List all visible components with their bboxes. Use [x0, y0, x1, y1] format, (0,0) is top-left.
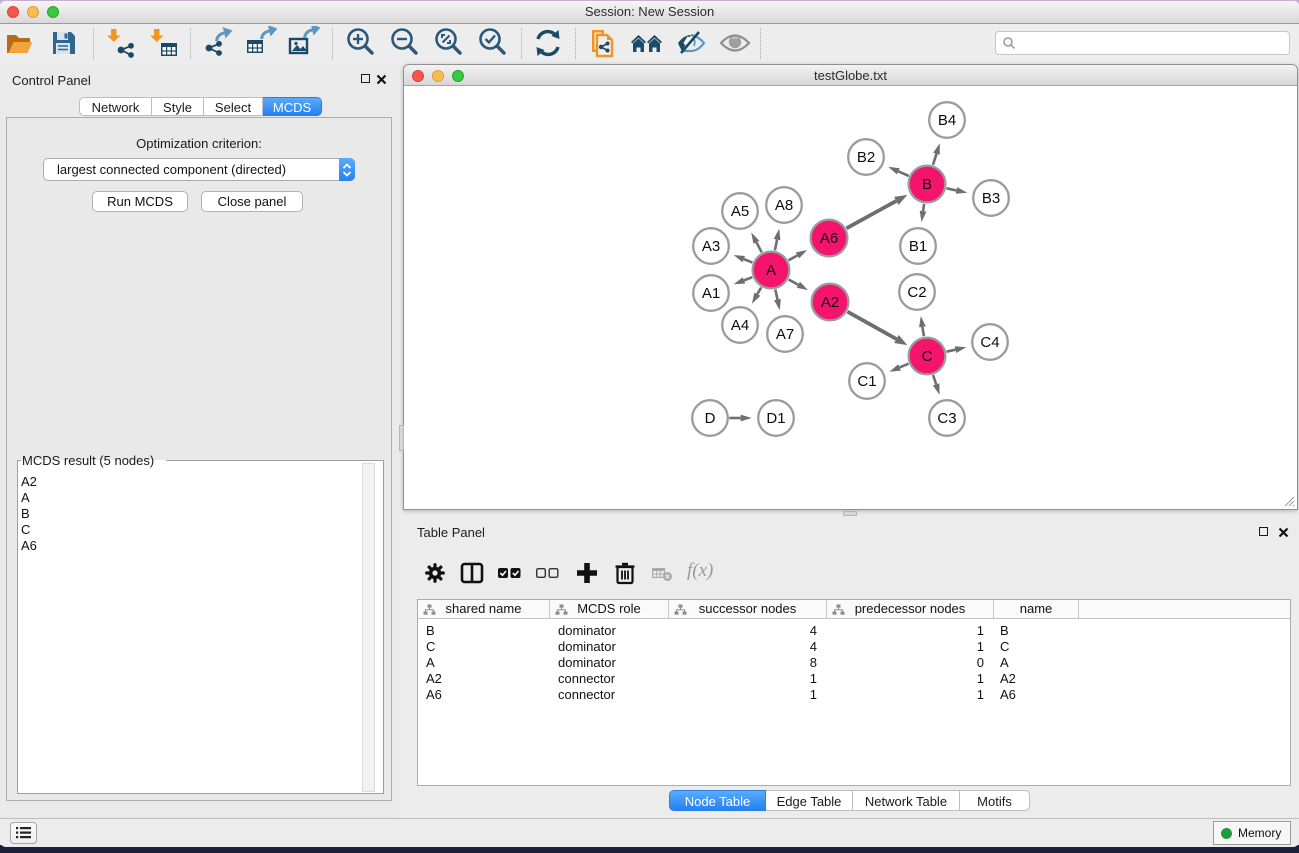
svg-text:D1: D1 — [766, 410, 785, 427]
svg-text:A6: A6 — [820, 230, 838, 247]
svg-text:A7: A7 — [776, 326, 794, 343]
svg-text:B: B — [922, 176, 932, 193]
svg-text:C3: C3 — [937, 410, 956, 427]
svg-text:C1: C1 — [857, 373, 876, 390]
svg-text:A: A — [766, 262, 776, 279]
svg-text:B1: B1 — [909, 238, 927, 255]
svg-text:B3: B3 — [982, 190, 1000, 207]
svg-text:A4: A4 — [731, 317, 749, 334]
svg-text:B2: B2 — [857, 149, 875, 166]
svg-text:A1: A1 — [702, 285, 720, 302]
svg-text:B4: B4 — [938, 112, 956, 129]
svg-text:A3: A3 — [702, 238, 720, 255]
svg-text:C: C — [922, 348, 933, 365]
svg-text:C2: C2 — [907, 284, 926, 301]
svg-text:A5: A5 — [731, 203, 749, 220]
svg-text:A8: A8 — [775, 197, 793, 214]
svg-text:C4: C4 — [980, 334, 999, 351]
svg-text:D: D — [705, 410, 716, 427]
svg-text:A2: A2 — [821, 294, 839, 311]
